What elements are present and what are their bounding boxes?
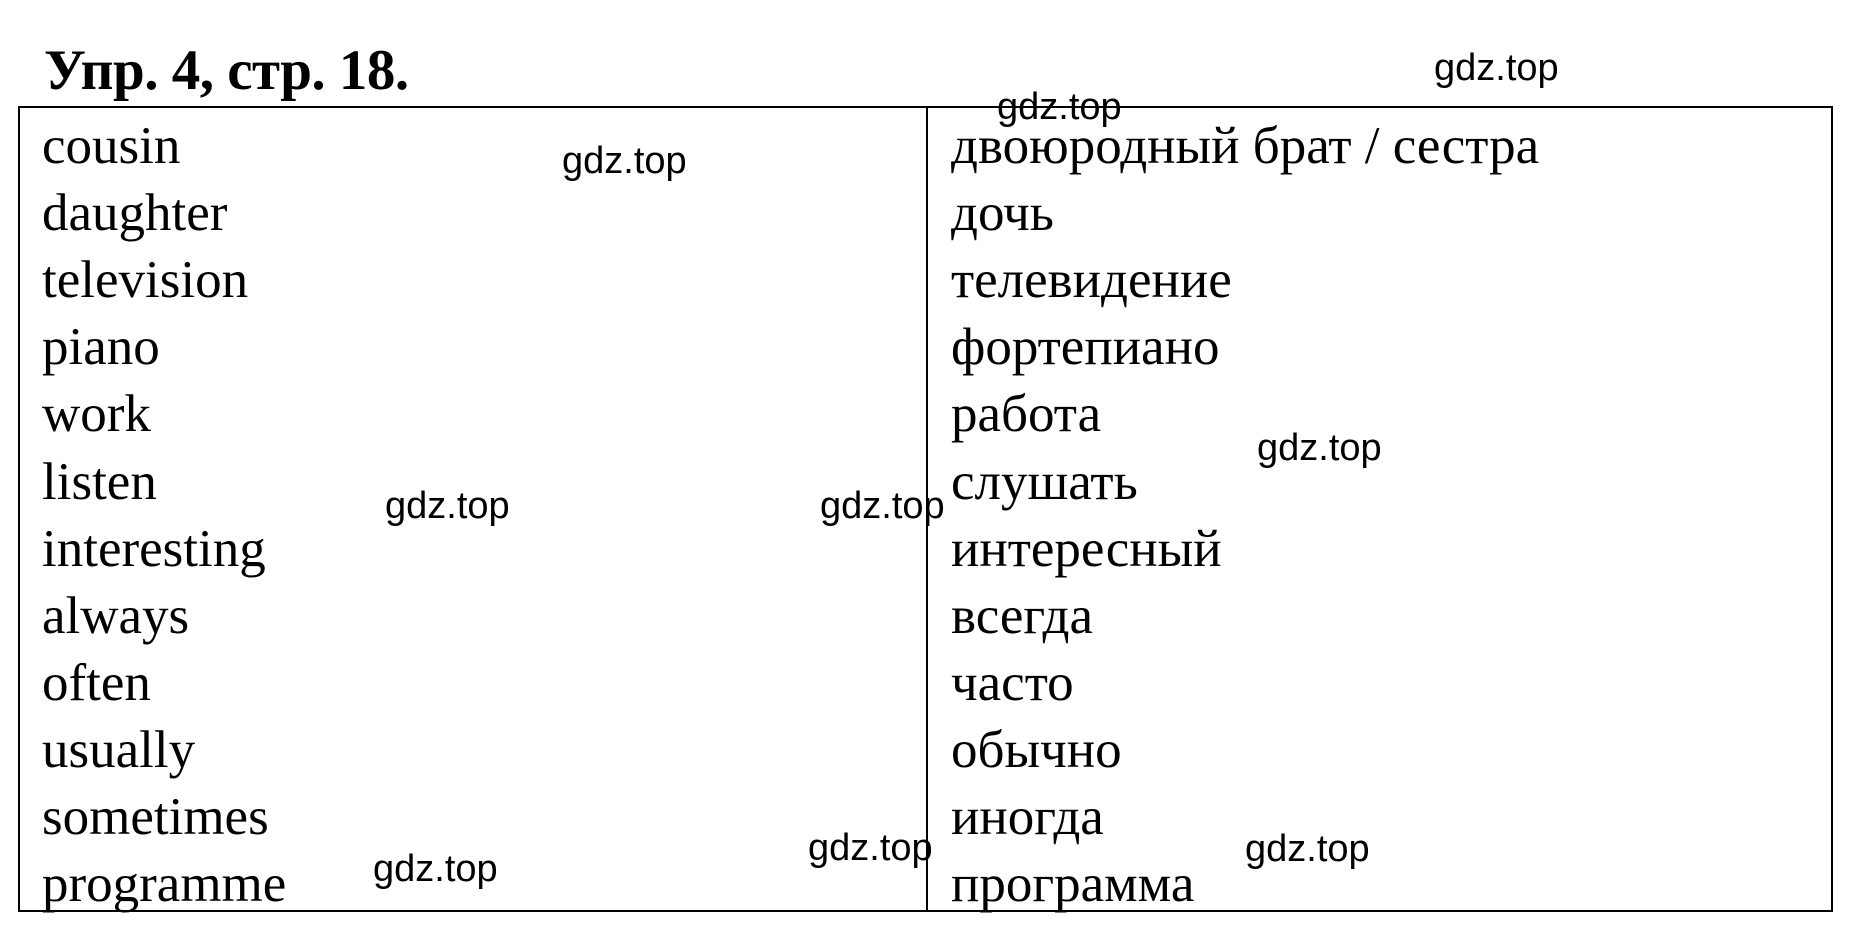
english-word: always	[42, 586, 190, 645]
english-word: daughter	[42, 184, 228, 243]
russian-translation: часто	[951, 653, 1074, 712]
english-word: usually	[42, 720, 196, 779]
russian-translation: интересный	[951, 519, 1222, 578]
watermark: gdz.top	[562, 140, 687, 182]
russian-translation: дочь	[951, 184, 1054, 243]
russian-translation: всегда	[951, 586, 1093, 645]
watermark: gdz.top	[808, 827, 933, 869]
english-word: sometimes	[42, 788, 269, 846]
english-word: work	[42, 385, 151, 444]
english-word: listen	[42, 452, 157, 511]
russian-translation: фортепиано	[951, 318, 1220, 377]
russian-translation: обычно	[951, 720, 1122, 779]
english-word: cousin	[42, 117, 181, 175]
watermark: gdz.top	[820, 485, 945, 527]
russian-translation: программа	[951, 855, 1195, 914]
watermark: gdz.top	[1245, 828, 1370, 870]
exercise-title: Упр. 4, стр. 18.	[44, 39, 409, 102]
watermark: gdz.top	[997, 86, 1122, 128]
english-word: piano	[42, 318, 160, 377]
watermark: gdz.top	[1434, 47, 1559, 89]
watermark: gdz.top	[1257, 427, 1382, 469]
english-word: television	[42, 251, 249, 310]
watermark: gdz.top	[373, 848, 498, 890]
english-word: often	[42, 653, 151, 712]
russian-translation: телевидение	[951, 251, 1232, 310]
english-word: programme	[42, 855, 287, 914]
russian-translation: работа	[951, 385, 1102, 444]
english-word: interesting	[42, 519, 266, 578]
watermark: gdz.top	[385, 485, 510, 527]
russian-translation: иногда	[951, 788, 1104, 846]
russian-translation: слушать	[951, 452, 1138, 511]
